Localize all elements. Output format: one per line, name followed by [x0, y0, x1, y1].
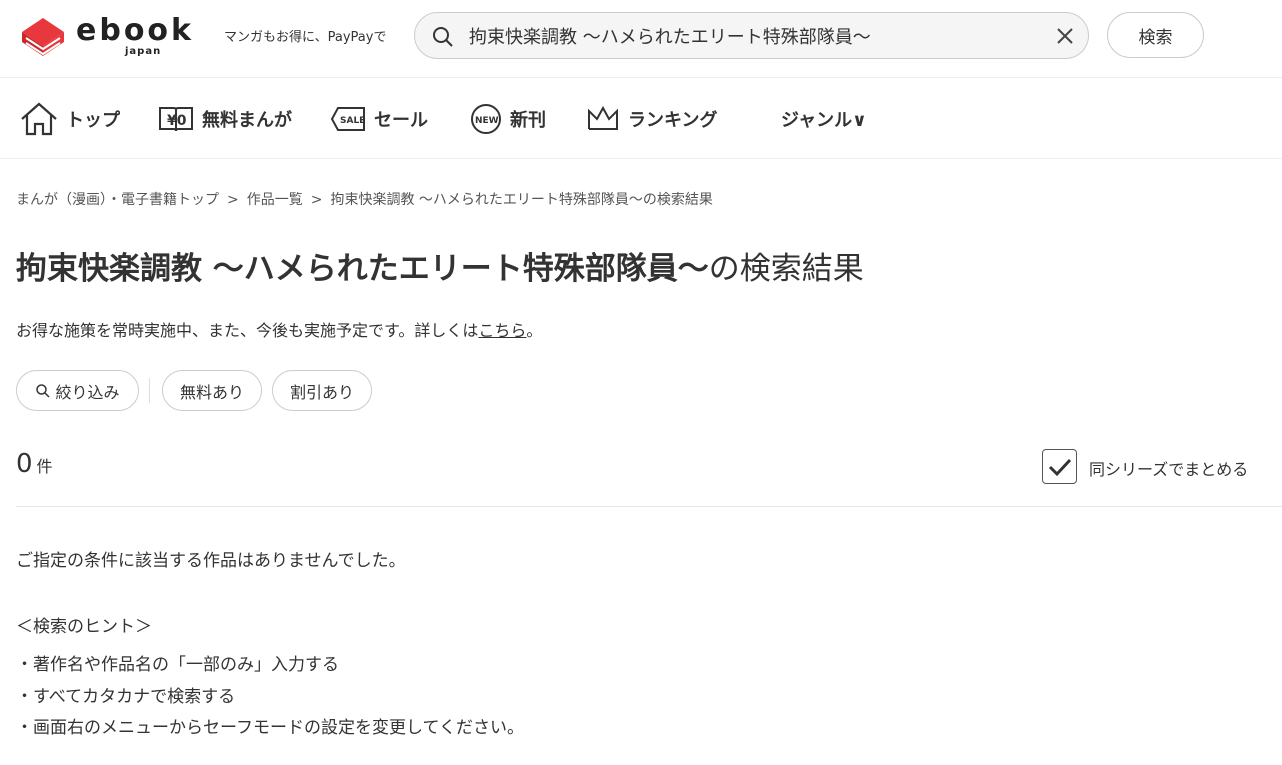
logo-books-icon	[22, 18, 64, 56]
refine-label: 絞り込み	[55, 382, 120, 402]
campaign-notice: お得な施策を常時実施中、また、今後も実施予定です。詳しくはこちら。	[16, 317, 542, 341]
breadcrumb-item-current: 拘束快楽調教 ～ハメられたエリート特殊部隊員～の検索結果	[330, 192, 713, 208]
notice-end: 。	[526, 321, 543, 340]
breadcrumb: まんが（漫画）・電子書籍トップ > 作品一覧 > 拘束快楽調教 ～ハメられたエリート特殊…	[16, 189, 713, 209]
nav-label-free-manga: 無料まんが	[202, 110, 292, 131]
tagline: マンガもお得に、PayPayで	[224, 30, 387, 45]
filter-discount-chip[interactable]: 割引あり	[272, 370, 372, 411]
search-icon	[433, 27, 453, 47]
nav-item-new[interactable]: NEW 新刊	[470, 99, 546, 139]
title-keyword: 拘束快楽調教 ～ハメられたエリート特殊部隊員～	[16, 251, 709, 287]
svg-text:¥0: ¥0	[167, 113, 187, 129]
chip-divider	[149, 378, 150, 403]
result-count: 0件	[16, 449, 53, 479]
nav-label-genre: ジャンル∨	[781, 110, 867, 131]
nav-label-new: 新刊	[510, 110, 546, 131]
hint-item: ・画面右のメニューからセーフモードの設定を変更してください。	[16, 718, 524, 738]
breadcrumb-item-home[interactable]: まんが（漫画）・電子書籍トップ	[16, 192, 219, 208]
nav-item-top[interactable]: トップ	[20, 99, 120, 139]
breadcrumb-separator: >	[227, 192, 239, 208]
nav-item-ranking[interactable]: ランキング	[586, 99, 717, 139]
page-title: 拘束快楽調教 ～ハメられたエリート特殊部隊員～の検索結果	[16, 243, 864, 288]
search-icon	[36, 383, 51, 398]
no-result-message: ご指定の条件に該当する作品はありませんでした。	[16, 551, 406, 571]
result-count-unit: 件	[36, 457, 53, 476]
series-checkbox[interactable]	[1042, 449, 1077, 484]
clear-icon[interactable]	[1055, 26, 1075, 46]
logo-text: ebook	[76, 13, 194, 48]
nav-item-free-manga[interactable]: ¥0 無料まんが	[158, 99, 292, 139]
hint-item: ・すべてカタカナで検索する	[16, 687, 236, 707]
crown-icon	[588, 105, 618, 130]
breadcrumb-separator: >	[310, 192, 323, 208]
search-button[interactable]: 検索	[1107, 12, 1204, 58]
notice-text: お得な施策を常時実施中、また、今後も実施予定です。詳しくは	[16, 321, 479, 340]
home-icon	[21, 102, 57, 136]
title-suffix: の検索結果	[708, 251, 864, 287]
search-input[interactable]	[469, 13, 1039, 58]
hint-title: ＜検索のヒント＞	[16, 617, 152, 637]
site-header: ebook japan マンガもお得に、PayPayで 検索	[0, 0, 1282, 78]
notice-link[interactable]: こちら	[478, 321, 526, 340]
nav-label-top: トップ	[66, 110, 120, 131]
breadcrumb-item-works[interactable]: 作品一覧	[247, 192, 303, 208]
series-checkbox-label[interactable]: 同シリーズでまとめる	[1089, 456, 1248, 480]
sale-tag-icon: SALE	[330, 107, 365, 131]
divider	[16, 506, 1282, 507]
new-badge-icon: NEW	[471, 104, 501, 134]
ebook-logo[interactable]: ebook japan	[18, 10, 191, 60]
svg-text:SALE: SALE	[340, 116, 365, 126]
refine-button[interactable]: 絞り込み	[16, 370, 139, 411]
nav-item-sale[interactable]: SALE セール	[330, 99, 428, 139]
nav-label-sale: セール	[374, 110, 428, 131]
main-nav: トップ ¥0 無料まんが SALE セール NEW 新刊 ランキング ジャンル∨	[0, 79, 1282, 159]
filter-free-chip[interactable]: 無料あり	[162, 370, 262, 411]
result-count-number: 0	[16, 449, 33, 479]
nav-label-ranking: ランキング	[628, 110, 718, 131]
hint-item: ・著作名や作品名の「一部のみ」入力する	[16, 655, 339, 675]
svg-text:NEW: NEW	[475, 116, 499, 126]
yen-book-icon: ¥0	[159, 107, 193, 132]
nav-item-genre[interactable]: ジャンル∨	[781, 99, 867, 139]
logo-subtext: japan	[125, 46, 162, 57]
search-box	[414, 12, 1089, 59]
checkmark-icon	[1048, 458, 1071, 476]
